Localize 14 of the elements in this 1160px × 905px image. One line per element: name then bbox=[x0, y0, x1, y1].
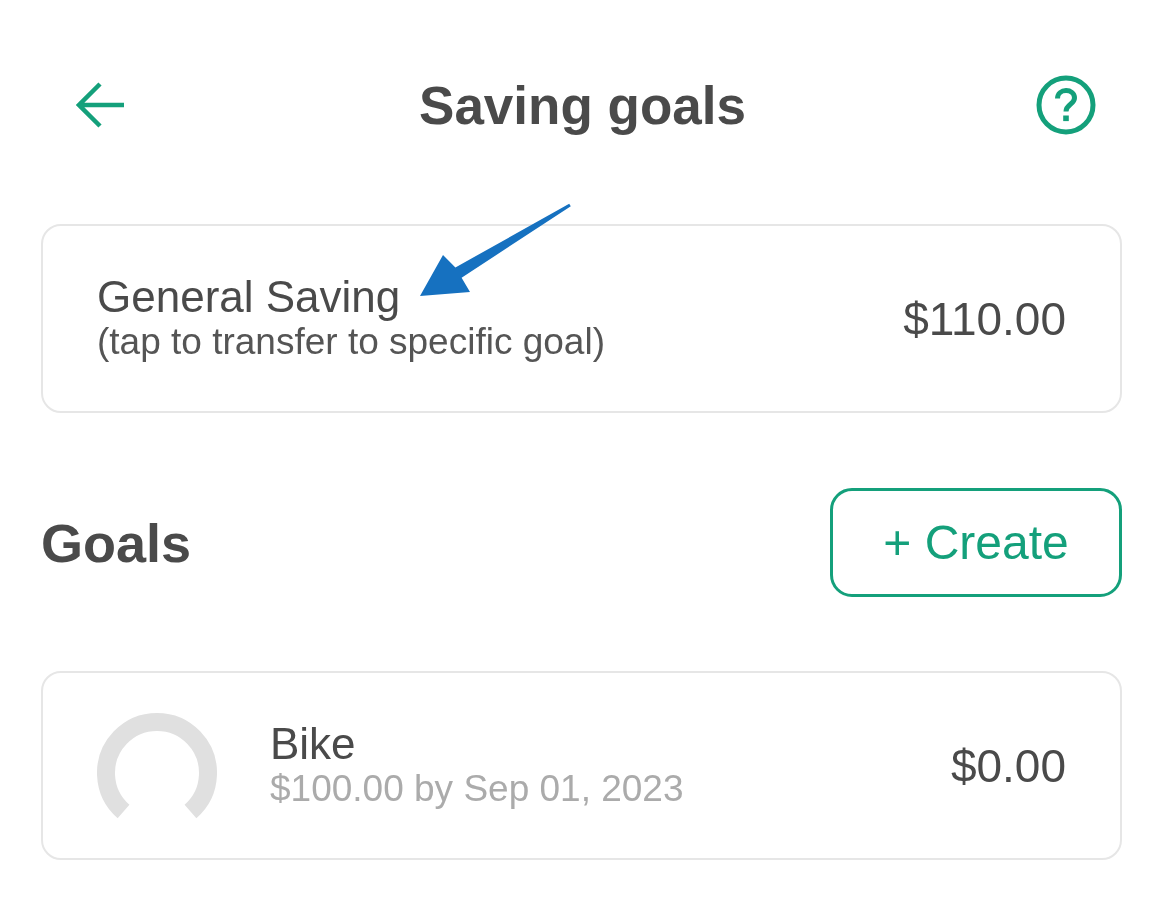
goal-card[interactable]: Bike $100.00 by Sep 01, 2023 $0.00 bbox=[41, 671, 1122, 860]
general-saving-title: General Saving bbox=[97, 273, 401, 322]
progress-ring-icon bbox=[97, 712, 217, 819]
goal-target: $100.00 by Sep 01, 2023 bbox=[270, 768, 684, 811]
page-title: Saving goals bbox=[419, 74, 746, 136]
help-button[interactable] bbox=[1036, 75, 1096, 135]
transfer-hint: (tap to transfer to specific goal) bbox=[97, 321, 605, 364]
general-saving-card[interactable]: General Saving (tap to transfer to specific goal) $110.00 bbox=[41, 224, 1122, 413]
general-saving-amount: $110.00 bbox=[903, 291, 1066, 346]
goal-amount: $0.00 bbox=[950, 738, 1066, 793]
help-icon bbox=[1036, 75, 1096, 135]
back-arrow-icon bbox=[76, 81, 126, 129]
goal-name: Bike bbox=[270, 720, 356, 769]
goals-heading: Goals bbox=[41, 511, 192, 574]
